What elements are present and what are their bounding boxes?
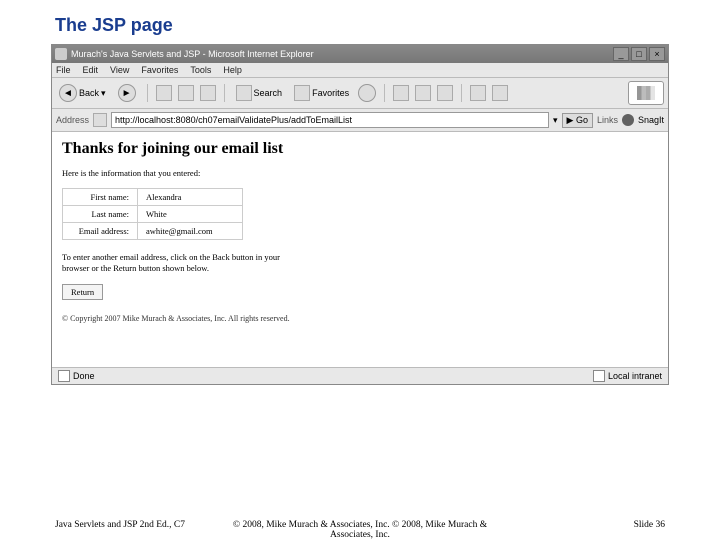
titlebar: Murach's Java Servlets and JSP - Microso… [52, 45, 668, 63]
instructions-text: To enter another email address, click on… [62, 252, 292, 274]
search-button[interactable]: Search [233, 84, 286, 102]
snagit-label[interactable]: SnagIt [638, 115, 664, 125]
menu-tools[interactable]: Tools [190, 65, 211, 75]
intro-text: Here is the information that you entered… [62, 168, 658, 178]
last-name-label: Last name: [63, 206, 138, 223]
menu-edit[interactable]: Edit [83, 65, 99, 75]
star-icon [294, 85, 310, 101]
favorites-button[interactable]: Favorites [291, 84, 352, 102]
info-table: First name: Alexandra Last name: White E… [62, 188, 243, 240]
forward-button[interactable]: ► [115, 83, 139, 103]
footer-left: Java Servlets and JSP 2nd Ed., C7 [55, 520, 185, 530]
links-label[interactable]: Links [597, 115, 618, 125]
media-button[interactable] [358, 84, 376, 102]
ie-icon [55, 48, 67, 60]
page-copyright: © Copyright 2007 Mike Murach & Associate… [62, 314, 658, 323]
dropdown-icon: ▾ [101, 88, 106, 99]
research-button[interactable] [492, 85, 508, 101]
menu-file[interactable]: File [56, 65, 71, 75]
home-button[interactable] [200, 85, 216, 101]
snagit-icon [622, 114, 634, 126]
maximize-button[interactable]: □ [631, 47, 647, 61]
zone-icon [593, 370, 605, 382]
favorites-label: Favorites [312, 88, 349, 98]
page-heading: Thanks for joining our email list [62, 140, 658, 158]
search-label: Search [254, 88, 283, 98]
status-done: Done [73, 371, 95, 381]
menu-favorites[interactable]: Favorites [141, 65, 178, 75]
done-icon [58, 370, 70, 382]
back-icon: ◄ [59, 84, 77, 102]
menu-view[interactable]: View [110, 65, 129, 75]
separator [384, 84, 385, 102]
separator [147, 84, 148, 102]
return-button[interactable]: Return [62, 284, 103, 300]
last-name-value: White [138, 206, 243, 223]
go-label: Go [576, 115, 588, 125]
footer-right: Slide 36 [634, 520, 665, 530]
status-zone: Local intranet [608, 371, 662, 381]
slide-footer: Java Servlets and JSP 2nd Ed., C7 © 2008… [0, 520, 720, 530]
edit-button[interactable] [437, 85, 453, 101]
slide-title: The JSP page [55, 15, 720, 36]
address-label: Address [56, 115, 89, 125]
go-button[interactable]: ▶ Go [562, 113, 593, 128]
menu-help[interactable]: Help [223, 65, 242, 75]
close-button[interactable]: × [649, 47, 665, 61]
email-value: awhite@gmail.com [138, 223, 243, 240]
browser-window: Murach's Java Servlets and JSP - Microso… [51, 44, 669, 385]
search-icon [236, 85, 252, 101]
discuss-button[interactable] [470, 85, 486, 101]
back-label: Back [79, 88, 99, 98]
separator [224, 84, 225, 102]
menubar: File Edit View Favorites Tools Help [52, 63, 668, 78]
refresh-button[interactable] [178, 85, 194, 101]
flag-icon [637, 86, 655, 100]
addressbar: Address ▾ ▶ Go Links SnagIt [52, 109, 668, 132]
mail-button[interactable] [393, 85, 409, 101]
table-row: First name: Alexandra [63, 189, 243, 206]
table-row: Email address: awhite@gmail.com [63, 223, 243, 240]
statusbar: Done Local intranet [52, 367, 668, 384]
table-row: Last name: White [63, 206, 243, 223]
print-button[interactable] [415, 85, 431, 101]
email-label: Email address: [63, 223, 138, 240]
footer-center: © 2008, Mike Murach & Associates, Inc. ©… [230, 520, 490, 540]
page-icon [93, 113, 107, 127]
first-name-value: Alexandra [138, 189, 243, 206]
window-title: Murach's Java Servlets and JSP - Microso… [71, 49, 613, 59]
toolbar: ◄ Back ▾ ► Search Favorites [52, 78, 668, 109]
throbber [628, 81, 664, 105]
address-input[interactable] [111, 112, 549, 128]
first-name-label: First name: [63, 189, 138, 206]
separator [461, 84, 462, 102]
page-content: Thanks for joining our email list Here i… [52, 132, 668, 367]
address-dropdown-icon[interactable]: ▾ [553, 115, 558, 126]
forward-icon: ► [118, 84, 136, 102]
minimize-button[interactable]: _ [613, 47, 629, 61]
back-button[interactable]: ◄ Back ▾ [56, 83, 109, 103]
stop-button[interactable] [156, 85, 172, 101]
